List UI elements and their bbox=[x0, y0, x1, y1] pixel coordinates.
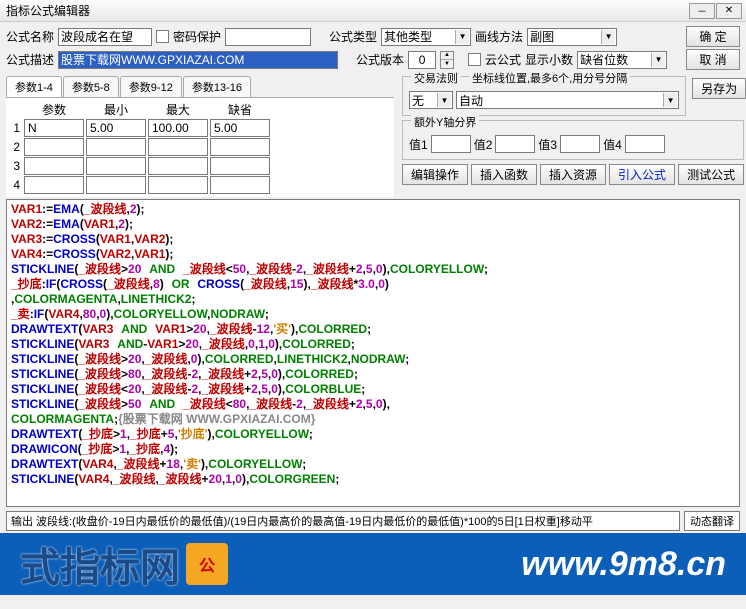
param-def-input[interactable]: 5.00 bbox=[210, 119, 270, 137]
insert-fn-button[interactable]: 插入函数 bbox=[471, 164, 537, 185]
insert-res-button[interactable]: 插入资源 bbox=[540, 164, 606, 185]
ver-up[interactable]: ▲ bbox=[441, 52, 453, 61]
name-label: 公式名称 bbox=[6, 28, 54, 45]
param-row: 2 bbox=[8, 138, 392, 156]
close-button[interactable]: ✕ bbox=[716, 3, 742, 19]
pwd-label: 密码保护 bbox=[173, 28, 221, 45]
banner-url: www.9m8.cn bbox=[521, 545, 726, 584]
tab-params-1-4[interactable]: 参数1-4 bbox=[6, 76, 62, 97]
watermark-banner: 式指标网 公 www.9m8.cn bbox=[0, 533, 746, 595]
tab-params-13-16[interactable]: 参数13-16 bbox=[183, 76, 251, 97]
param-row: 4 bbox=[8, 176, 392, 194]
edit-op-button[interactable]: 编辑操作 bbox=[402, 164, 468, 185]
minimize-button[interactable]: － bbox=[689, 3, 715, 19]
cancel-button[interactable]: 取 消 bbox=[686, 49, 740, 70]
chevron-down-icon: ▼ bbox=[455, 30, 469, 44]
ver-label: 公式版本 bbox=[356, 51, 404, 68]
cloud-label: 云公式 bbox=[485, 51, 521, 68]
chevron-down-icon: ▼ bbox=[437, 93, 451, 107]
type-label: 公式类型 bbox=[329, 28, 377, 45]
chevron-down-icon: ▼ bbox=[651, 53, 665, 67]
param-row: 3 bbox=[8, 157, 392, 175]
draw-label: 画线方法 bbox=[475, 28, 523, 45]
desc-label: 公式描述 bbox=[6, 51, 54, 68]
param-tabs: 参数1-4 参数5-8 参数9-12 参数13-16 bbox=[0, 72, 400, 97]
hdr-param: 参数 bbox=[24, 100, 84, 118]
import-formula-button[interactable]: 引入公式 bbox=[609, 164, 675, 185]
banner-logo-icon: 公 bbox=[186, 543, 228, 585]
banner-left-text: 式指标网 bbox=[20, 535, 180, 593]
pwd-input[interactable] bbox=[225, 28, 311, 46]
desc-input[interactable]: 股票下载网WWW.GPXIAZAI.COM bbox=[58, 51, 338, 69]
window-title: 指标公式编辑器 bbox=[4, 2, 688, 19]
ver-down[interactable]: ▼ bbox=[441, 60, 453, 68]
chevron-down-icon: ▼ bbox=[601, 30, 615, 44]
digits-label: 显示小数 bbox=[525, 51, 573, 68]
ok-button[interactable]: 确 定 bbox=[686, 26, 740, 47]
tab-params-9-12[interactable]: 参数9-12 bbox=[120, 76, 182, 97]
type-select[interactable]: 其他类型▼ bbox=[381, 28, 471, 46]
digits-select[interactable]: 缺省位数▼ bbox=[577, 51, 667, 69]
test-formula-button[interactable]: 测试公式 bbox=[678, 164, 744, 185]
y-v3-input[interactable] bbox=[560, 135, 600, 153]
auto-translate[interactable]: 动态翻译 bbox=[684, 511, 740, 531]
param-grid: 参数 最小 最大 缺省 1 N 5.00 100.00 5.00 2 3 4 bbox=[6, 97, 394, 197]
name-input[interactable] bbox=[58, 28, 152, 46]
coord-hint: 坐标线位置,最多6个,用分号分隔 bbox=[469, 70, 630, 86]
param-max-input[interactable]: 100.00 bbox=[148, 119, 208, 137]
chevron-down-icon: ▼ bbox=[663, 93, 677, 107]
formula-editor[interactable]: VAR1:=EMA(_波段线,2); VAR2:=EMA(VAR1,2); VA… bbox=[6, 199, 740, 507]
draw-select[interactable]: 副图▼ bbox=[527, 28, 617, 46]
cloud-checkbox[interactable] bbox=[468, 53, 481, 66]
y-v4-input[interactable] bbox=[625, 135, 665, 153]
y-v1-input[interactable] bbox=[431, 135, 471, 153]
trade-sel1[interactable]: 无▼ bbox=[409, 91, 453, 109]
ver-input[interactable] bbox=[408, 51, 436, 69]
status-output: 输出 波段线:(收盘价-19日内最低价的最低值)/(19日内最高价的最高值-19… bbox=[6, 511, 680, 531]
hdr-max: 最大 bbox=[148, 100, 208, 118]
hdr-def: 缺省 bbox=[210, 100, 270, 118]
tab-params-5-8[interactable]: 参数5-8 bbox=[63, 76, 119, 97]
hdr-min: 最小 bbox=[86, 100, 146, 118]
yaxis-title: 额外Y轴分界 bbox=[411, 114, 479, 130]
saveas-button[interactable]: 另存为 bbox=[692, 78, 746, 99]
pwd-checkbox[interactable] bbox=[156, 30, 169, 43]
param-name-input[interactable]: N bbox=[24, 119, 84, 137]
param-min-input[interactable]: 5.00 bbox=[86, 119, 146, 137]
param-row: 1 N 5.00 100.00 5.00 bbox=[8, 119, 392, 137]
trade-sel2[interactable]: 自动▼ bbox=[456, 91, 679, 109]
y-v2-input[interactable] bbox=[495, 135, 535, 153]
trade-title: 交易法则 bbox=[411, 70, 461, 86]
